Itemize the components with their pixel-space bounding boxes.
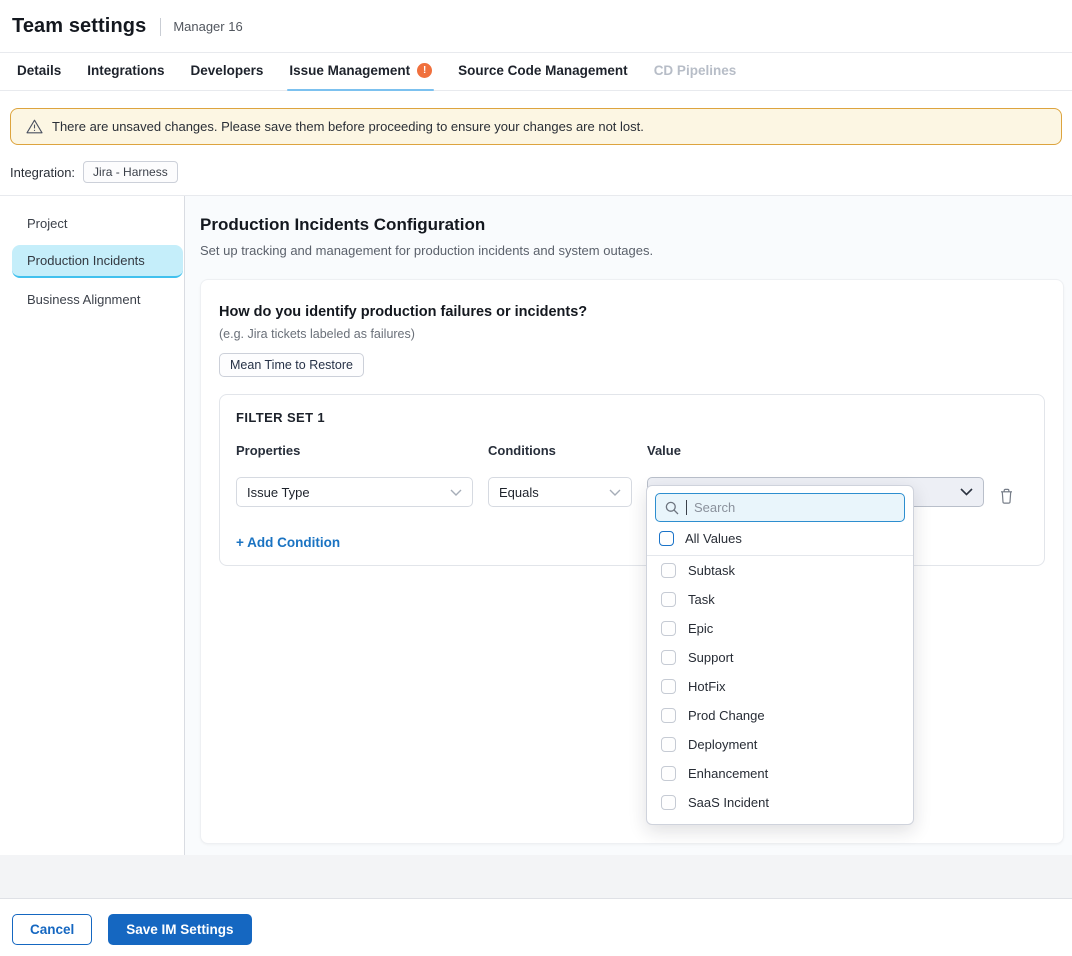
checkbox-icon[interactable] bbox=[661, 592, 676, 607]
dropdown-option-enhancement[interactable]: Enhancement bbox=[647, 759, 913, 788]
trash-icon bbox=[999, 488, 1014, 505]
dropdown-option-all-values[interactable]: All Values bbox=[647, 522, 913, 556]
integration-label: Integration: bbox=[10, 165, 75, 180]
question-hint: (e.g. Jira tickets labeled as failures) bbox=[219, 327, 1045, 341]
option-label: Subtask bbox=[688, 563, 735, 578]
sidebar-item-business-alignment[interactable]: Business Alignment bbox=[12, 284, 183, 315]
dropdown-option-task[interactable]: Task bbox=[647, 585, 913, 614]
properties-column-header: Properties bbox=[236, 443, 473, 458]
page-title: Team settings bbox=[12, 15, 146, 38]
tab-label: Details bbox=[17, 63, 61, 78]
dropdown-option-customer-notification[interactable]: Customer Notification bbox=[647, 817, 913, 825]
conditions-column-header: Conditions bbox=[488, 443, 632, 458]
condition-select-value: Equals bbox=[499, 485, 539, 500]
dropdown-search-input[interactable]: Search bbox=[655, 493, 905, 522]
value-dropdown-panel: Search All Values Subtask Task Epic Support… bbox=[646, 485, 914, 825]
checkbox-icon[interactable] bbox=[661, 650, 676, 665]
page-header: Team settings Manager 16 bbox=[0, 0, 1072, 53]
checkbox-icon[interactable] bbox=[661, 737, 676, 752]
team-name-label: Manager 16 bbox=[173, 19, 242, 34]
question-title: How do you identify production failures … bbox=[219, 304, 1045, 320]
option-label: SaaS Incident bbox=[688, 795, 769, 810]
title-divider bbox=[160, 18, 161, 36]
delete-condition-button[interactable] bbox=[999, 487, 1015, 505]
option-label: Enhancement bbox=[688, 766, 768, 781]
save-im-settings-button[interactable]: Save IM Settings bbox=[108, 914, 251, 945]
option-label: Prod Change bbox=[688, 708, 765, 723]
metric-chip[interactable]: Mean Time to Restore bbox=[219, 353, 364, 377]
property-select-value: Issue Type bbox=[247, 485, 310, 500]
option-label: All Values bbox=[685, 531, 742, 546]
dropdown-option-epic[interactable]: Epic bbox=[647, 614, 913, 643]
checkbox-icon[interactable] bbox=[661, 708, 676, 723]
warning-triangle-icon bbox=[26, 119, 43, 134]
checkbox-icon[interactable] bbox=[661, 824, 676, 825]
checkbox-icon[interactable] bbox=[661, 563, 676, 578]
chevron-down-icon bbox=[960, 488, 973, 496]
search-placeholder: Search bbox=[694, 500, 735, 515]
dropdown-option-hotfix[interactable]: HotFix bbox=[647, 672, 913, 701]
dropdown-option-deployment[interactable]: Deployment bbox=[647, 730, 913, 759]
settings-sidebar: Project Production Incidents Business Alig… bbox=[0, 196, 185, 855]
tab-label: Issue Management bbox=[289, 63, 410, 78]
team-settings-page: Team settings Manager 16 Details Integrat… bbox=[0, 0, 1072, 956]
tab-source-code-management[interactable]: Source Code Management bbox=[458, 63, 628, 90]
tab-developers[interactable]: Developers bbox=[191, 63, 264, 90]
section-subtitle: Set up tracking and management for produ… bbox=[200, 243, 1064, 258]
checkbox-icon[interactable] bbox=[661, 679, 676, 694]
checkbox-icon[interactable] bbox=[661, 795, 676, 810]
checkbox-icon[interactable] bbox=[661, 621, 676, 636]
tab-integrations[interactable]: Integrations bbox=[87, 63, 164, 90]
banner-text: There are unsaved changes. Please save t… bbox=[52, 119, 644, 134]
sidebar-item-project[interactable]: Project bbox=[12, 208, 183, 239]
incidents-config-card: How do you identify production failures … bbox=[200, 279, 1064, 844]
section-title: Production Incidents Configuration bbox=[200, 215, 1064, 235]
option-label: Task bbox=[688, 592, 715, 607]
option-label: Customer Notification bbox=[688, 824, 812, 825]
condition-select[interactable]: Equals bbox=[488, 477, 632, 507]
value-column-header: Value bbox=[647, 443, 984, 458]
search-icon bbox=[665, 501, 679, 515]
tab-label: Source Code Management bbox=[458, 63, 628, 78]
bottom-spacer-strip bbox=[0, 855, 1072, 899]
tab-label: Integrations bbox=[87, 63, 164, 78]
option-label: Deployment bbox=[688, 737, 757, 752]
tab-details[interactable]: Details bbox=[17, 63, 61, 90]
sidebar-item-production-incidents[interactable]: Production Incidents bbox=[12, 245, 183, 278]
dropdown-option-support[interactable]: Support bbox=[647, 643, 913, 672]
property-select[interactable]: Issue Type bbox=[236, 477, 473, 507]
filter-set-title: FILTER SET 1 bbox=[236, 410, 1028, 425]
footer-actions: Cancel Save IM Settings bbox=[0, 899, 1072, 945]
cancel-button[interactable]: Cancel bbox=[12, 914, 92, 945]
dropdown-option-saas-incident[interactable]: SaaS Incident bbox=[647, 788, 913, 817]
text-cursor bbox=[686, 500, 687, 515]
dropdown-option-prod-change[interactable]: Prod Change bbox=[647, 701, 913, 730]
chevron-down-icon bbox=[450, 489, 462, 496]
checkbox-icon[interactable] bbox=[659, 531, 674, 546]
tab-bar: Details Integrations Developers Issue Manag… bbox=[0, 53, 1072, 91]
integration-row: Integration: Jira - Harness bbox=[0, 145, 1072, 195]
tab-issue-management[interactable]: Issue Management! bbox=[289, 63, 432, 90]
main-panel: Production Incidents Configuration Set u… bbox=[185, 196, 1072, 855]
dropdown-option-subtask[interactable]: Subtask bbox=[647, 556, 913, 585]
tab-cd-pipelines[interactable]: CD Pipelines bbox=[654, 63, 737, 90]
checkbox-icon[interactable] bbox=[661, 766, 676, 781]
option-label: Support bbox=[688, 650, 734, 665]
value-options-list: Subtask Task Epic Support HotFix Prod Change D… bbox=[647, 556, 913, 825]
alert-badge-icon: ! bbox=[417, 63, 432, 78]
option-label: Epic bbox=[688, 621, 713, 636]
unsaved-changes-banner: There are unsaved changes. Please save t… bbox=[10, 108, 1062, 145]
chevron-down-icon bbox=[609, 489, 621, 496]
integration-chip[interactable]: Jira - Harness bbox=[83, 161, 178, 183]
tab-label: Developers bbox=[191, 63, 264, 78]
filter-set-1: FILTER SET 1 Properties Issue Type bbox=[219, 394, 1045, 566]
tab-label: CD Pipelines bbox=[654, 63, 737, 78]
option-label: HotFix bbox=[688, 679, 726, 694]
